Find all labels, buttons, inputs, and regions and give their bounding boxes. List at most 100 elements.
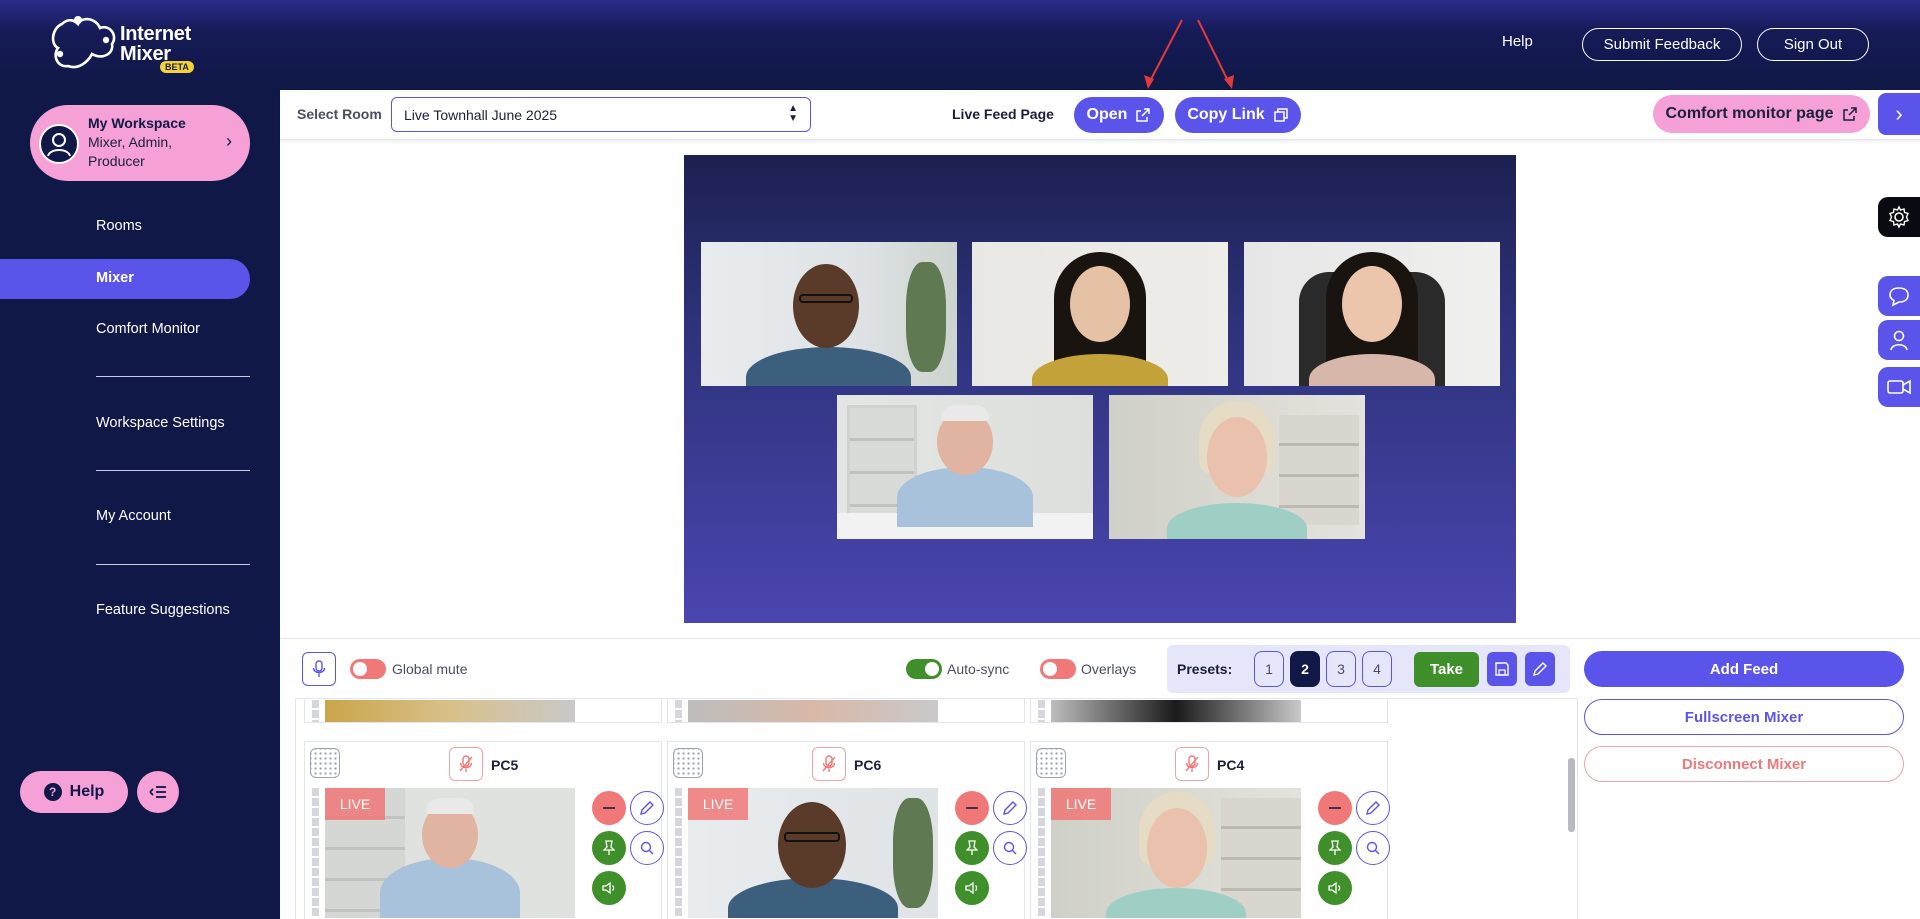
pencil-icon xyxy=(1533,662,1547,676)
live-badge: LIVE xyxy=(1051,788,1111,820)
sidebar-item-workspace-settings[interactable]: Workspace Settings xyxy=(96,415,225,431)
feed-volume-button[interactable] xyxy=(955,871,989,905)
add-feed-button[interactable]: Add Feed xyxy=(1584,651,1904,687)
volume-icon xyxy=(602,881,615,895)
search-icon xyxy=(1366,841,1380,855)
submit-feedback-button[interactable]: Submit Feedback xyxy=(1582,28,1742,61)
help-label: Help xyxy=(69,783,105,800)
feed-card-partial xyxy=(667,699,1025,723)
expand-panel-button[interactable]: › xyxy=(1878,93,1920,135)
drag-handle-icon[interactable] xyxy=(1036,748,1066,778)
sidebar-item-my-account[interactable]: My Account xyxy=(96,508,171,524)
stage-tile-participant-3[interactable] xyxy=(1244,242,1500,386)
save-preset-button[interactable] xyxy=(1487,652,1517,686)
preset-2-button[interactable]: 2 xyxy=(1290,651,1320,687)
feed-card-pc4: PC4 LIVE xyxy=(1030,741,1390,919)
fullscreen-mixer-button[interactable]: Fullscreen Mixer xyxy=(1584,699,1904,735)
auto-sync-toggle[interactable] xyxy=(906,659,942,679)
audio-level-meter xyxy=(312,700,319,722)
zoom-feed-button[interactable] xyxy=(1356,831,1390,865)
audio-level-meter xyxy=(675,788,682,918)
edit-preset-button[interactable] xyxy=(1525,652,1555,686)
pin-feed-button[interactable] xyxy=(955,831,989,865)
save-icon xyxy=(1495,662,1509,676)
global-mic-button[interactable] xyxy=(302,652,336,686)
selected-room-value: Live Townhall June 2025 xyxy=(404,106,558,123)
edit-feed-button[interactable] xyxy=(993,791,1027,825)
nav-divider xyxy=(96,470,250,471)
external-link-icon xyxy=(1136,108,1151,122)
feed-mic-button[interactable] xyxy=(812,747,846,781)
sidebar-item-comfort-monitor[interactable]: Comfort Monitor xyxy=(96,321,200,337)
camera-icon xyxy=(1887,379,1911,395)
pin-icon xyxy=(603,840,615,855)
drag-handle-icon[interactable] xyxy=(673,748,703,778)
select-room-label: Select Room xyxy=(297,106,382,122)
edit-feed-button[interactable] xyxy=(630,791,664,825)
disconnect-mixer-button[interactable]: Disconnect Mixer xyxy=(1584,746,1904,782)
pencil-icon xyxy=(1003,801,1017,815)
drag-handle-icon[interactable] xyxy=(310,748,340,778)
comfort-monitor-label: Comfort monitor page xyxy=(1665,105,1834,122)
feed-name: PC5 xyxy=(491,757,519,773)
feed-volume-button[interactable] xyxy=(592,871,626,905)
feed-mic-button[interactable] xyxy=(449,747,483,781)
workspace-roles: Mixer, Admin, Producer xyxy=(88,134,173,169)
edit-feed-button[interactable] xyxy=(1356,791,1390,825)
auto-sync-label: Auto-sync xyxy=(947,661,1010,677)
sidebar-item-rooms[interactable]: Rooms xyxy=(96,218,142,234)
external-link-icon xyxy=(1842,107,1857,121)
room-select[interactable]: Live Townhall June 2025 ▲ ▼ xyxy=(391,97,811,132)
mic-off-icon xyxy=(1185,755,1199,772)
stage-tile-participant-2[interactable] xyxy=(972,242,1228,386)
zoom-feed-button[interactable] xyxy=(630,831,664,865)
remove-from-stage-button[interactable] xyxy=(955,791,989,825)
stage-tile-participant-4[interactable] xyxy=(837,395,1093,539)
feeds-scrollbar-thumb[interactable] xyxy=(1568,758,1575,832)
volume-icon xyxy=(1328,881,1341,895)
top-bar: Internet Mixer BETA Help Submit Feedback… xyxy=(0,0,1920,90)
stage-tile-participant-5[interactable] xyxy=(1109,395,1365,539)
audio-level-meter xyxy=(312,788,319,918)
open-live-feed-button[interactable]: Open xyxy=(1074,97,1164,133)
overlays-toggle[interactable] xyxy=(1040,659,1076,679)
participants-tool-button[interactable] xyxy=(1878,320,1920,360)
preset-1-button[interactable]: 1 xyxy=(1254,651,1284,687)
volume-icon xyxy=(965,881,978,895)
collapse-menu-button[interactable] xyxy=(137,771,179,813)
program-output-stage xyxy=(684,155,1516,623)
preset-4-button[interactable]: 4 xyxy=(1362,651,1392,687)
feed-volume-button[interactable] xyxy=(1318,871,1352,905)
comfort-monitor-page-button[interactable]: Comfort monitor page xyxy=(1653,95,1870,133)
remove-from-stage-button[interactable] xyxy=(592,791,626,825)
presets-label: Presets: xyxy=(1177,661,1233,677)
copy-link-label: Copy Link xyxy=(1187,106,1265,123)
user-icon xyxy=(1890,330,1908,351)
camera-tool-button[interactable] xyxy=(1878,367,1920,407)
stage-tile-participant-1[interactable] xyxy=(701,242,957,386)
help-button[interactable]: ? Help xyxy=(20,771,128,813)
header-help-link[interactable]: Help xyxy=(1502,33,1533,50)
pin-feed-button[interactable] xyxy=(1318,831,1352,865)
chevron-right-icon: › xyxy=(226,131,232,151)
chat-tool-button[interactable] xyxy=(1878,276,1920,316)
sidebar-item-feature-suggestions[interactable]: Feature Suggestions xyxy=(96,602,230,618)
audio-level-meter xyxy=(1038,788,1045,918)
feed-name: PC4 xyxy=(1217,757,1245,773)
remove-from-stage-button[interactable] xyxy=(1318,791,1352,825)
workspace-switcher[interactable]: My Workspace Mixer, Admin, Producer › xyxy=(30,105,250,181)
zoom-feed-button[interactable] xyxy=(993,831,1027,865)
workspace-title: My Workspace xyxy=(88,115,186,131)
global-mute-toggle[interactable] xyxy=(350,659,386,679)
copy-link-button[interactable]: Copy Link xyxy=(1175,97,1301,133)
audio-level-meter xyxy=(1038,700,1045,722)
sidebar-item-mixer[interactable]: Mixer xyxy=(96,270,134,286)
sign-out-button[interactable]: Sign Out xyxy=(1757,28,1869,61)
feed-mic-button[interactable] xyxy=(1175,747,1209,781)
feed-thumbnail xyxy=(1051,700,1301,722)
brand-logo[interactable]: Internet Mixer BETA xyxy=(48,14,208,76)
preset-3-button[interactable]: 3 xyxy=(1326,651,1356,687)
settings-tool-button[interactable] xyxy=(1878,197,1920,237)
pin-feed-button[interactable] xyxy=(592,831,626,865)
take-button[interactable]: Take xyxy=(1414,652,1479,687)
